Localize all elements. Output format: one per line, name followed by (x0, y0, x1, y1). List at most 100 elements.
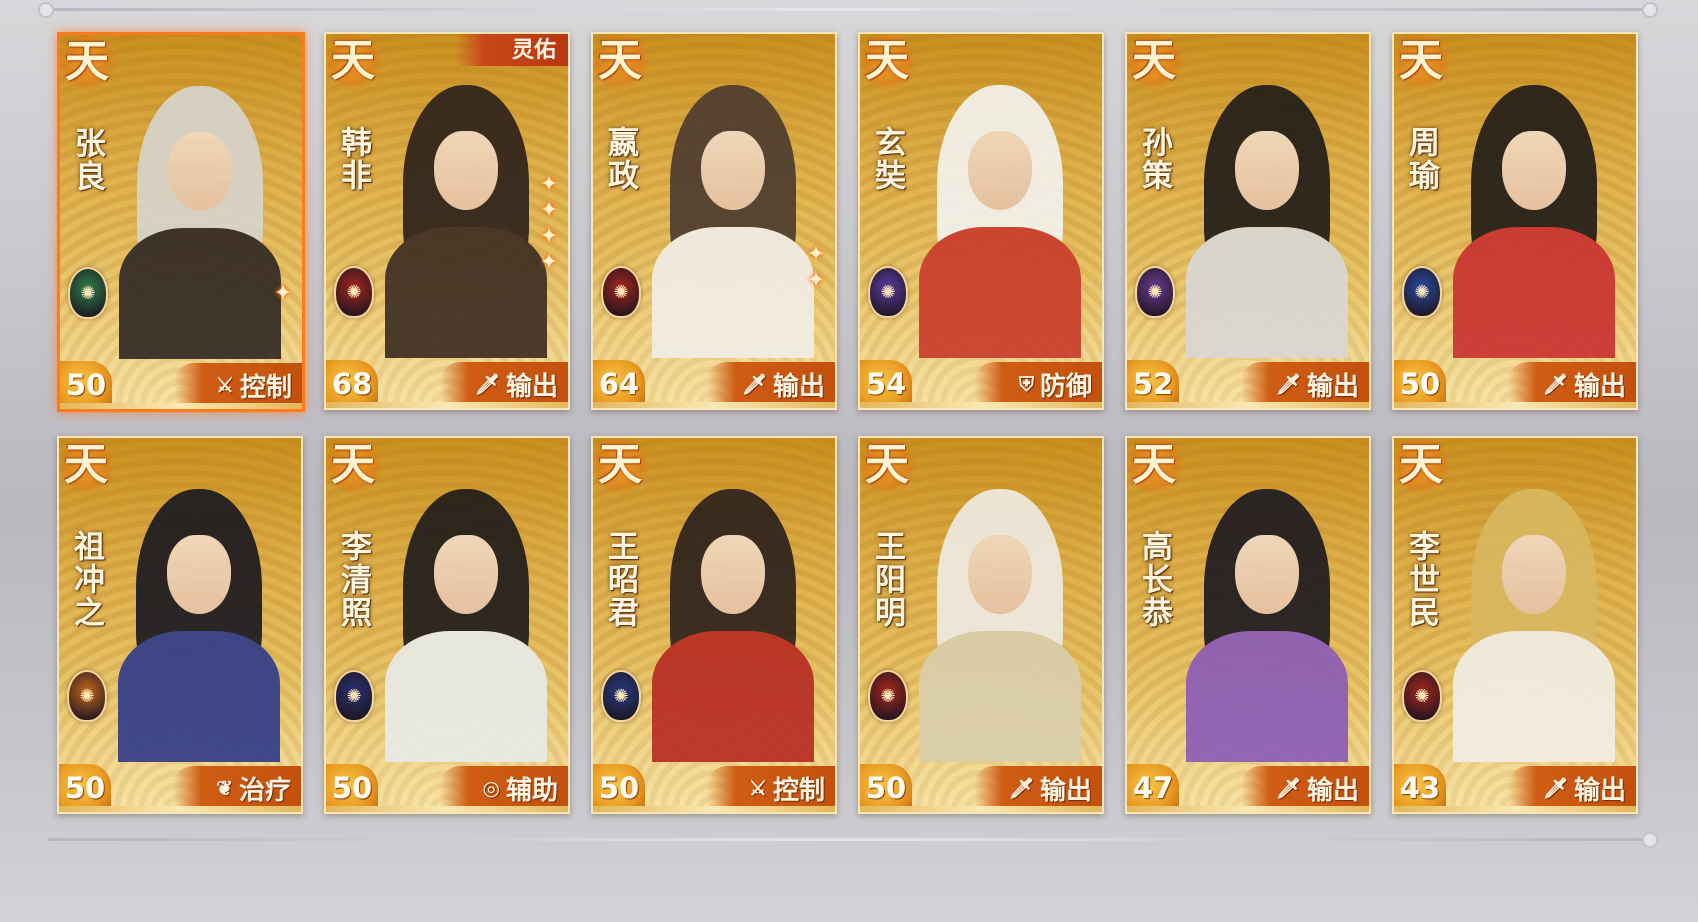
hero-robe (385, 227, 547, 358)
tier-badge: 天 (860, 34, 916, 90)
hero-portrait (645, 74, 821, 358)
tier-badge: 天 (1127, 34, 1183, 90)
hero-name: 韩非 (335, 126, 371, 192)
card-bottom-trim (593, 806, 835, 812)
hero-face (1502, 534, 1566, 615)
top-divider (48, 8, 1650, 11)
role-label: 防御 (1039, 371, 1092, 402)
star-icon: ✦ (806, 268, 826, 293)
hero-card[interactable]: 天玄奘 ✺ ⛨ 防御 54 (858, 32, 1104, 410)
role-label: 输出 (1039, 775, 1092, 806)
role-tag: ⛨ 防御 (974, 362, 1102, 406)
hero-face (1502, 130, 1566, 211)
role-tag: 🗡 输出 (440, 362, 568, 406)
tier-badge: 天 (593, 438, 649, 494)
card-bottom-trim (59, 806, 301, 812)
role-label: 治疗 (238, 775, 291, 806)
hero-robe (652, 631, 814, 762)
hero-card[interactable]: 天张良 ✺ ✦ ⚔ 控制 50 (57, 32, 305, 412)
sword-icon: 🗡 (474, 372, 500, 396)
role-tag: ⚔ 控制 (174, 363, 302, 407)
red-dragon-emblem-icon: ✺ (1402, 670, 1442, 722)
purple-heart-emblem-icon: ✺ (1135, 266, 1175, 318)
hero-portrait (1179, 74, 1355, 358)
role-label: 输出 (1306, 775, 1359, 806)
role-tag: 🗡 输出 (1241, 362, 1369, 406)
hero-face (701, 130, 765, 211)
blue-phoenix-emblem-icon: ✺ (1402, 266, 1442, 318)
hero-face (1235, 534, 1299, 615)
hero-name: 高长恭 (1136, 530, 1172, 629)
hero-card[interactable]: 天高长恭 🗡 输出 47 (1125, 436, 1371, 814)
role-label: 控制 (772, 775, 825, 806)
role-label: 控制 (239, 372, 292, 403)
hero-name: 周瑜 (1403, 126, 1439, 192)
role-label: 输出 (1573, 775, 1626, 806)
hero-card[interactable]: 天祖冲之 ✺ ❦ 治疗 50 (57, 436, 303, 814)
hero-portrait (1179, 478, 1355, 762)
hero-card[interactable]: 天王昭君 ✺ ⚔ 控制 50 (591, 436, 837, 814)
tier-badge: 天 (326, 438, 382, 494)
card-bottom-trim (60, 403, 302, 409)
role-label: 输出 (772, 371, 825, 402)
hero-robe (1186, 631, 1348, 762)
star-icon: ✦ (539, 224, 559, 249)
star-rating: ✦ ✦ (805, 244, 827, 292)
hero-face (968, 130, 1032, 211)
hero-card[interactable]: 天王阳明 ✺ 🗡 输出 50 (858, 436, 1104, 814)
hero-robe (919, 631, 1081, 762)
tier-badge: 天 (59, 438, 115, 494)
role-tag: 🗡 输出 (707, 362, 835, 406)
hero-card[interactable]: 天李世民 ✺ 🗡 输出 43 (1392, 436, 1638, 814)
bottom-divider-cap-right (1642, 832, 1658, 848)
hero-level: 50 (59, 764, 111, 812)
star-icon: ✦ (806, 242, 826, 267)
tier-badge: 天 (1127, 438, 1183, 494)
hero-level: 43 (1394, 764, 1446, 812)
hero-robe (118, 631, 280, 762)
hero-portrait (378, 478, 554, 762)
crossed-swords-icon: ⚔ (749, 776, 767, 800)
hero-face (1235, 130, 1299, 211)
sword-icon: 🗡 (1275, 372, 1301, 396)
hero-name: 王昭君 (602, 530, 638, 629)
hero-card[interactable]: 天灵佑 韩非 ✺ ✦ ✦ ✦ ✦ 🗡 输出 68 (324, 32, 570, 410)
role-tag: ◎ 辅助 (440, 766, 568, 810)
hero-portrait (378, 74, 554, 358)
hero-face (701, 534, 765, 615)
hero-face (968, 534, 1032, 615)
blue-phoenix-emblem-icon: ✺ (601, 670, 641, 722)
role-label: 输出 (1306, 371, 1359, 402)
star-icon: ✦ (539, 250, 559, 275)
hero-portrait (112, 75, 288, 359)
card-bottom-trim (593, 402, 835, 408)
purple-wheel-emblem-icon: ✺ (868, 266, 908, 318)
hero-robe (1186, 227, 1348, 358)
tier-badge: 天 (860, 438, 916, 494)
star-icon: ✦ (273, 281, 293, 306)
bottom-divider (48, 838, 1650, 841)
hero-card[interactable]: 天孙策 ✺ 🗡 输出 52 (1125, 32, 1371, 410)
red-dragon-emblem-icon: ✺ (334, 266, 374, 318)
hero-robe (1453, 227, 1615, 358)
hero-robe (119, 228, 281, 359)
sword-icon: 🗡 (1542, 372, 1568, 396)
hero-face (168, 131, 232, 212)
crossed-swords-icon: ⚔ (216, 373, 234, 397)
hero-level: 47 (1127, 764, 1179, 812)
role-tag: 🗡 输出 (1508, 766, 1636, 810)
lingyou-badge: 灵佑 (456, 34, 568, 66)
swirl-icon: ◎ (482, 776, 500, 800)
tier-badge: 天 (60, 35, 116, 91)
hero-portrait (1446, 478, 1622, 762)
orange-compass-emblem-icon: ✺ (67, 670, 107, 722)
star-icon: ✦ (539, 172, 559, 197)
hero-level: 50 (593, 764, 645, 812)
red-dragon-emblem-icon: ✺ (868, 670, 908, 722)
hero-level: 50 (860, 764, 912, 812)
sword-icon: 🗡 (1542, 776, 1568, 800)
hero-card[interactable]: 天周瑜 ✺ 🗡 输出 50 (1392, 32, 1638, 410)
hero-card[interactable]: 天嬴政 ✺ ✦ ✦ 🗡 输出 64 (591, 32, 837, 410)
hero-card[interactable]: 天李清照 ✺ ◎ 辅助 50 (324, 436, 570, 814)
hero-level: 64 (593, 360, 645, 408)
